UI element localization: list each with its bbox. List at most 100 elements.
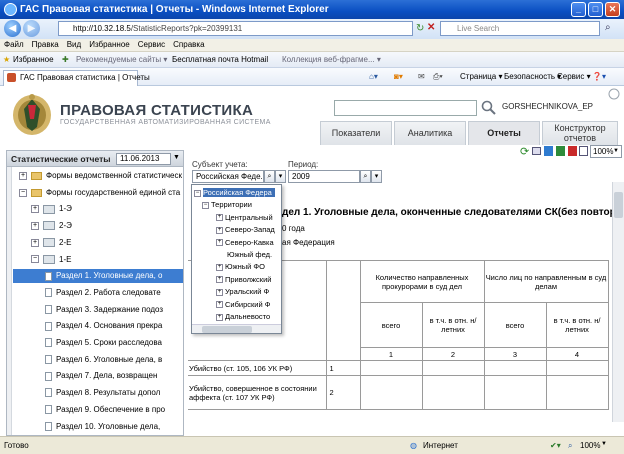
fullscreen-icon[interactable] [579, 146, 588, 156]
scrollbar-thumb[interactable] [614, 192, 623, 218]
home-icon[interactable]: ⌂▾ [369, 72, 378, 81]
tree-item[interactable]: Раздел 8. Результаты допол [13, 386, 183, 400]
minimize-button[interactable]: _ [571, 2, 586, 17]
export-word-icon[interactable] [544, 146, 553, 156]
menu-file[interactable]: Файл [0, 39, 28, 49]
tab-reports[interactable]: Отчеты [468, 121, 540, 145]
export-pdf-icon[interactable] [568, 146, 577, 156]
menu-help[interactable]: Справка [169, 39, 208, 49]
tree-item[interactable]: +1-Э [13, 202, 183, 216]
dropdown-hscroll-thumb[interactable] [202, 326, 252, 333]
subject-tree-item[interactable]: + Северо-Кавка [216, 237, 274, 249]
close-window-button[interactable]: ✕ [605, 2, 620, 17]
collapse-icon[interactable]: − [194, 189, 201, 197]
expand-icon[interactable]: + [216, 263, 223, 271]
expand-icon[interactable]: + [31, 238, 39, 247]
search-icon[interactable]: ⌕ [605, 22, 611, 33]
url-field[interactable]: http://10.32.18.5/StatisticReports?pk=20… [58, 21, 413, 36]
subject-tree-item[interactable]: + Центральный [216, 212, 273, 224]
subject-tree-item[interactable]: Южный фед. [216, 249, 272, 261]
collapse-icon[interactable]: − [31, 255, 39, 264]
search-input[interactable]: Live Search [440, 21, 600, 36]
add-favorite-icon[interactable]: ✚ [62, 55, 69, 64]
report-zoom-select[interactable]: 100% ▼ [590, 145, 622, 158]
security-menu[interactable]: Безопасность ▾ [504, 72, 561, 81]
browser-tab[interactable]: ГАС Правовая статистика | Отчеты [3, 70, 150, 86]
expand-icon[interactable]: + [31, 205, 39, 214]
status-zoom[interactable]: 100% [580, 441, 600, 450]
stop-icon[interactable]: ✕ [427, 22, 435, 33]
favorites-button[interactable]: Избранное [13, 55, 54, 64]
expand-icon[interactable]: + [216, 313, 223, 321]
tab-analytics[interactable]: Аналитика [394, 121, 466, 145]
page-menu[interactable]: Страница ▾ [460, 72, 503, 81]
tree-item[interactable]: Раздел 2. Работа следовате [13, 286, 183, 300]
tree-item[interactable]: +2-Е [13, 236, 183, 250]
site-search-icon[interactable] [480, 99, 498, 117]
maximize-button[interactable]: □ [588, 2, 603, 17]
tree-item[interactable]: + Формы ведомственной статистическ [13, 169, 183, 183]
tree-item[interactable]: − 1-Е [13, 253, 183, 267]
subject-tree-item[interactable]: + Южный ФО [216, 261, 265, 273]
expand-icon[interactable]: + [19, 171, 27, 180]
favorites-item-hotmail[interactable]: Бесплатная почта Hotmail [172, 55, 268, 64]
chevron-down-icon[interactable]: ▼ [173, 154, 180, 161]
tab-report-builder[interactable]: Конструктор отчетов [542, 121, 618, 145]
tree-item[interactable]: Раздел 7. Дела, возвращен [13, 369, 183, 383]
dropdown-hscroll[interactable] [192, 324, 281, 333]
favorites-item-webslices[interactable]: Коллекция веб-фрагме... ▾ [282, 55, 381, 64]
forward-button[interactable]: ▶ [23, 20, 40, 37]
subject-tree-item[interactable]: + Сибирский Ф [216, 299, 270, 311]
collapse-icon[interactable]: − [19, 188, 27, 197]
print-icon[interactable]: ⎙▾ [433, 72, 443, 82]
subject-tree-item[interactable]: + Приволжский [216, 274, 271, 286]
expand-icon[interactable]: + [216, 214, 223, 222]
subject-tree-label: Дальневосто [225, 312, 271, 321]
tree-item[interactable]: Раздел 3. Задержание подоз [13, 303, 183, 317]
expand-icon[interactable]: + [216, 226, 223, 234]
zoom-chevron-down-icon[interactable]: ▼ [601, 441, 607, 447]
menu-edit[interactable]: Правка [28, 39, 63, 49]
protected-mode-icon[interactable]: ✔▾ [550, 441, 561, 450]
tree-item[interactable]: +2-Э [13, 219, 183, 233]
subject-tree-item[interactable]: − Российская Федера [194, 187, 275, 199]
menu-tools[interactable]: Сервис [134, 39, 169, 49]
mail-icon[interactable]: ✉ [418, 72, 425, 81]
subject-tree-item[interactable]: + Северо-Запад [216, 224, 275, 236]
feeds-icon[interactable]: ◙▾ [394, 72, 403, 81]
logout-icon[interactable] [608, 88, 620, 100]
tree-item[interactable]: Раздел 9. Обеспечение в про [13, 403, 183, 417]
zoom-icon[interactable]: ⌕ [568, 441, 572, 451]
tree-item[interactable]: − Формы государственной единой ста [13, 186, 183, 200]
print-report-icon[interactable] [532, 147, 541, 155]
menu-view[interactable]: Вид [63, 39, 85, 49]
favorites-item-recommended[interactable]: Рекомендуемые сайты ▾ [76, 55, 167, 64]
refresh-icon[interactable]: ↻ [416, 23, 424, 34]
tree-item[interactable]: Раздел 6. Уголовные дела, в [13, 353, 183, 367]
tree-item[interactable]: Раздел 10. Уголовные дела, [13, 420, 183, 434]
username[interactable]: GORSHECHNIKOVA_EP [502, 102, 593, 111]
menu-favorites[interactable]: Избранное [85, 39, 134, 49]
subject-tree-item[interactable]: + Уральский Ф [216, 286, 269, 298]
expand-icon[interactable]: + [216, 239, 223, 247]
table-cell [359, 375, 423, 410]
site-search-input[interactable] [334, 100, 477, 116]
help-icon[interactable]: ❓▾ [592, 72, 606, 81]
export-excel-icon[interactable] [556, 146, 565, 156]
subject-tree-item[interactable]: + Дальневосто [216, 311, 270, 323]
expand-icon[interactable]: + [216, 276, 223, 284]
expand-icon[interactable]: + [216, 301, 223, 309]
back-button[interactable]: ◀ [4, 20, 21, 37]
tree-item[interactable]: Раздел 5. Сроки расследова [13, 336, 183, 350]
tab-indicators[interactable]: Показатели [320, 121, 392, 145]
tree-item[interactable]: Раздел 1. Уголовные дела, о [13, 269, 183, 284]
expand-icon[interactable]: + [216, 288, 223, 296]
report-scrollbar[interactable] [612, 182, 624, 422]
report-date-select[interactable]: 11.06.2013 [116, 153, 171, 165]
expand-icon[interactable]: + [31, 221, 39, 230]
subject-tree-item[interactable]: − Территории [202, 199, 252, 211]
tree-item[interactable]: Раздел 4. Основания прекра [13, 319, 183, 333]
refresh-report-icon[interactable]: ⟳ [520, 145, 529, 158]
collapse-icon[interactable]: − [202, 201, 209, 209]
tools-menu[interactable]: Сервис ▾ [557, 72, 591, 81]
